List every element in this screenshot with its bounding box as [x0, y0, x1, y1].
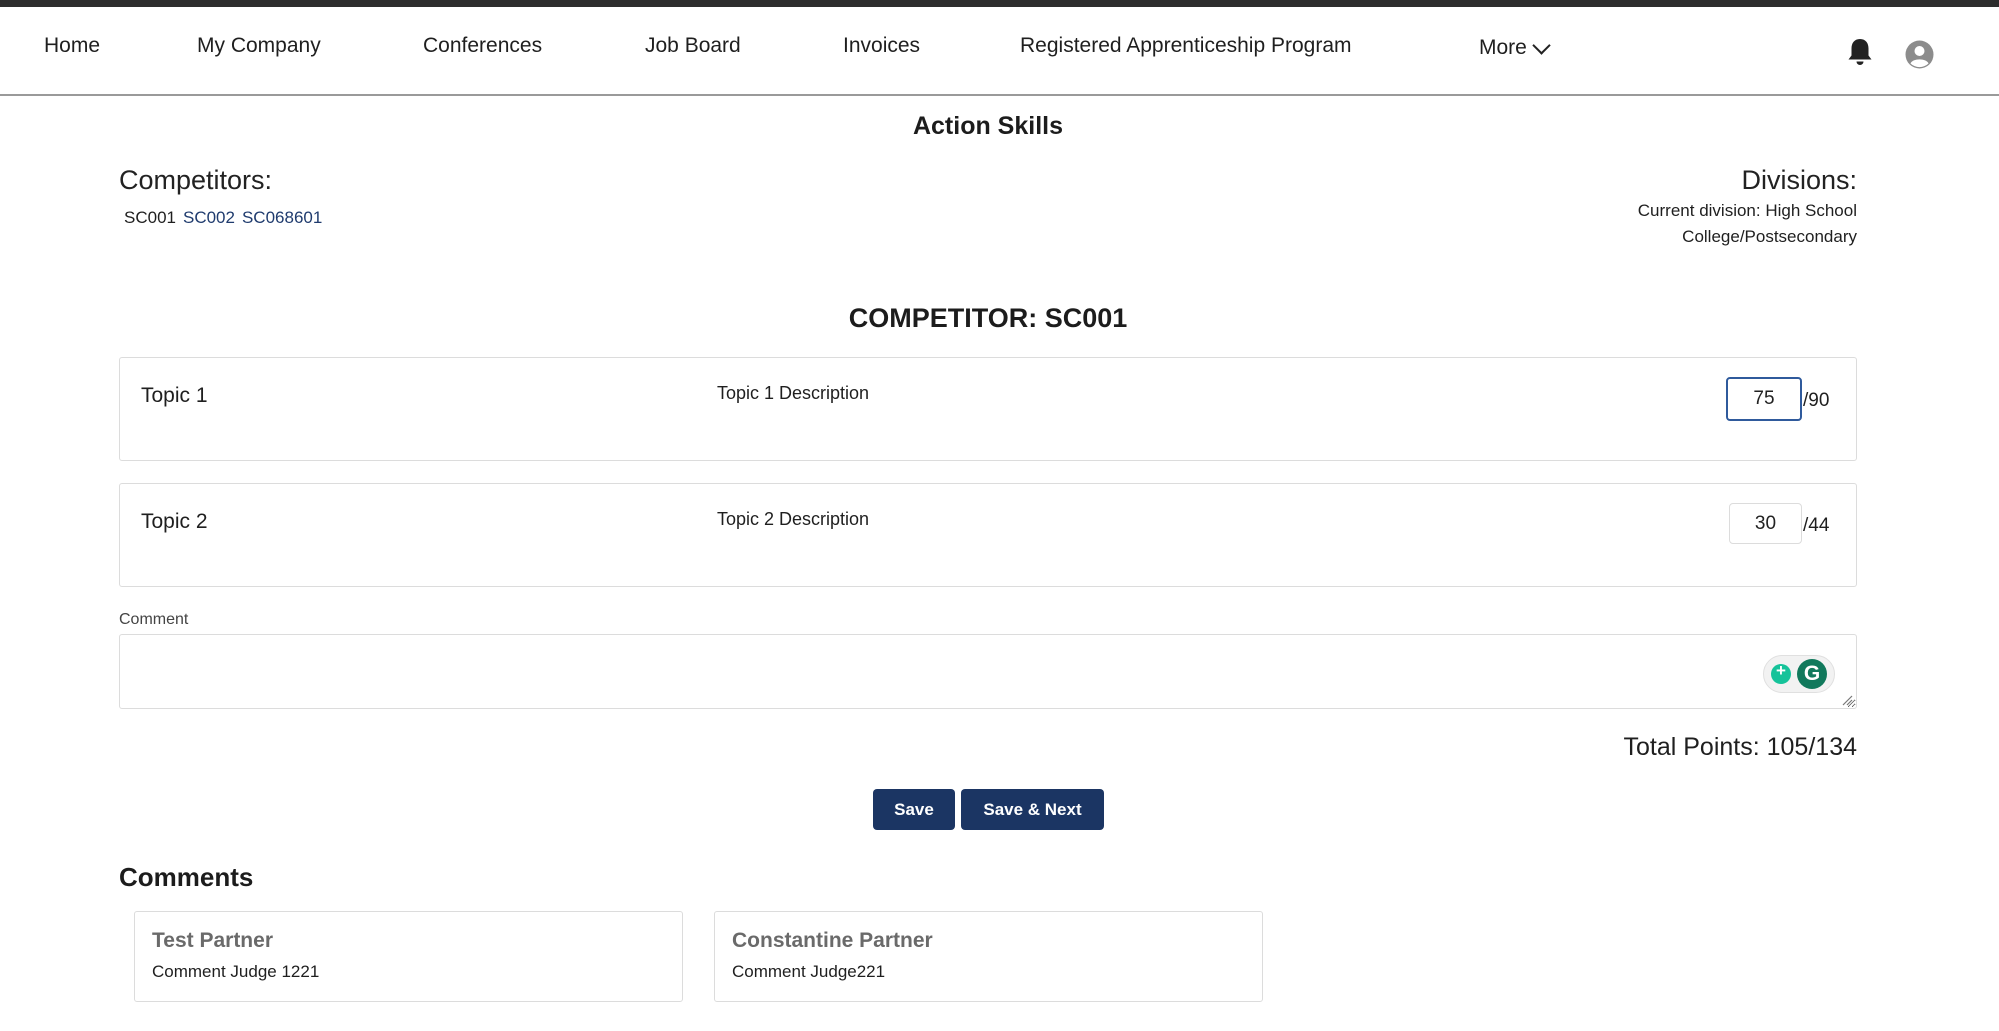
comment-author: Constantine Partner — [732, 929, 933, 952]
nav-registered-apprenticeship-program[interactable]: Registered Apprenticeship Program — [1020, 34, 1352, 58]
divisions-heading: Divisions: — [1741, 165, 1857, 195]
comment-author: Test Partner — [152, 929, 273, 952]
topic-card: Topic 1 Topic 1 Description /90 — [119, 357, 1857, 461]
topic-name: Topic 2 — [141, 510, 208, 533]
comment-card: Test Partner Comment Judge 1221 — [134, 911, 683, 1002]
topic-description: Topic 1 Description — [717, 383, 870, 403]
comment-label: Comment — [119, 611, 189, 628]
competitors-heading: Competitors: — [119, 165, 273, 195]
bell-icon[interactable] — [1846, 37, 1874, 67]
comments-heading: Comments — [119, 862, 254, 892]
comment-text: Comment Judge 1221 — [152, 962, 320, 981]
current-division: Current division: High School — [1637, 201, 1857, 220]
chevron-down-icon — [1532, 35, 1551, 55]
user-avatar-icon[interactable] — [1905, 40, 1934, 69]
top-strip — [0, 0, 1999, 7]
total-points: Total Points: 105/134 — [1623, 733, 1858, 761]
page-title: Action Skills — [912, 112, 1064, 140]
nav-more-menu[interactable]: More — [1479, 35, 1551, 60]
grammarly-suggestion-icon[interactable] — [1771, 661, 1791, 684]
grammarly-logo-icon[interactable]: G — [1797, 659, 1827, 689]
nav-job-board[interactable]: Job Board — [645, 34, 741, 58]
competitor-current: SC001 — [124, 208, 176, 227]
nav-invoices[interactable]: Invoices — [843, 34, 920, 58]
grammarly-widget[interactable]: G — [1763, 655, 1835, 693]
nav-more-label: More — [1479, 36, 1527, 59]
nav-home[interactable]: Home — [44, 34, 100, 58]
competitor-title: COMPETITOR: SC001 — [848, 303, 1128, 333]
topic-name: Topic 1 — [141, 384, 208, 407]
topic-description: Topic 2 Description — [717, 509, 870, 529]
comment-card: Constantine Partner Comment Judge221 — [714, 911, 1263, 1002]
nav-my-company[interactable]: My Company — [197, 34, 321, 58]
division-option-college[interactable]: College/Postsecondary — [1682, 227, 1857, 247]
resize-grip-icon[interactable] — [1841, 694, 1853, 706]
topic-card: Topic 2 Topic 2 Description /44 — [119, 483, 1857, 587]
competitor-list: SC001 SC002 SC068601 — [124, 208, 322, 228]
topic-1-score-input[interactable] — [1726, 377, 1802, 421]
topic-max-score: /44 — [1803, 515, 1830, 536]
nav-conferences[interactable]: Conferences — [423, 34, 542, 58]
topic-max-score: /90 — [1803, 390, 1830, 411]
topic-2-score-input[interactable] — [1729, 503, 1802, 544]
comment-text: Comment Judge221 — [732, 962, 886, 981]
comment-textarea[interactable] — [119, 634, 1857, 709]
competitor-link-sc002[interactable]: SC002 — [183, 208, 235, 228]
save-button[interactable]: Save — [873, 789, 955, 830]
competitor-link-sc068601[interactable]: SC068601 — [242, 208, 322, 228]
save-and-next-button[interactable]: Save & Next — [961, 789, 1104, 830]
top-navigation: Home My Company Conferences Job Board In… — [0, 7, 1999, 96]
